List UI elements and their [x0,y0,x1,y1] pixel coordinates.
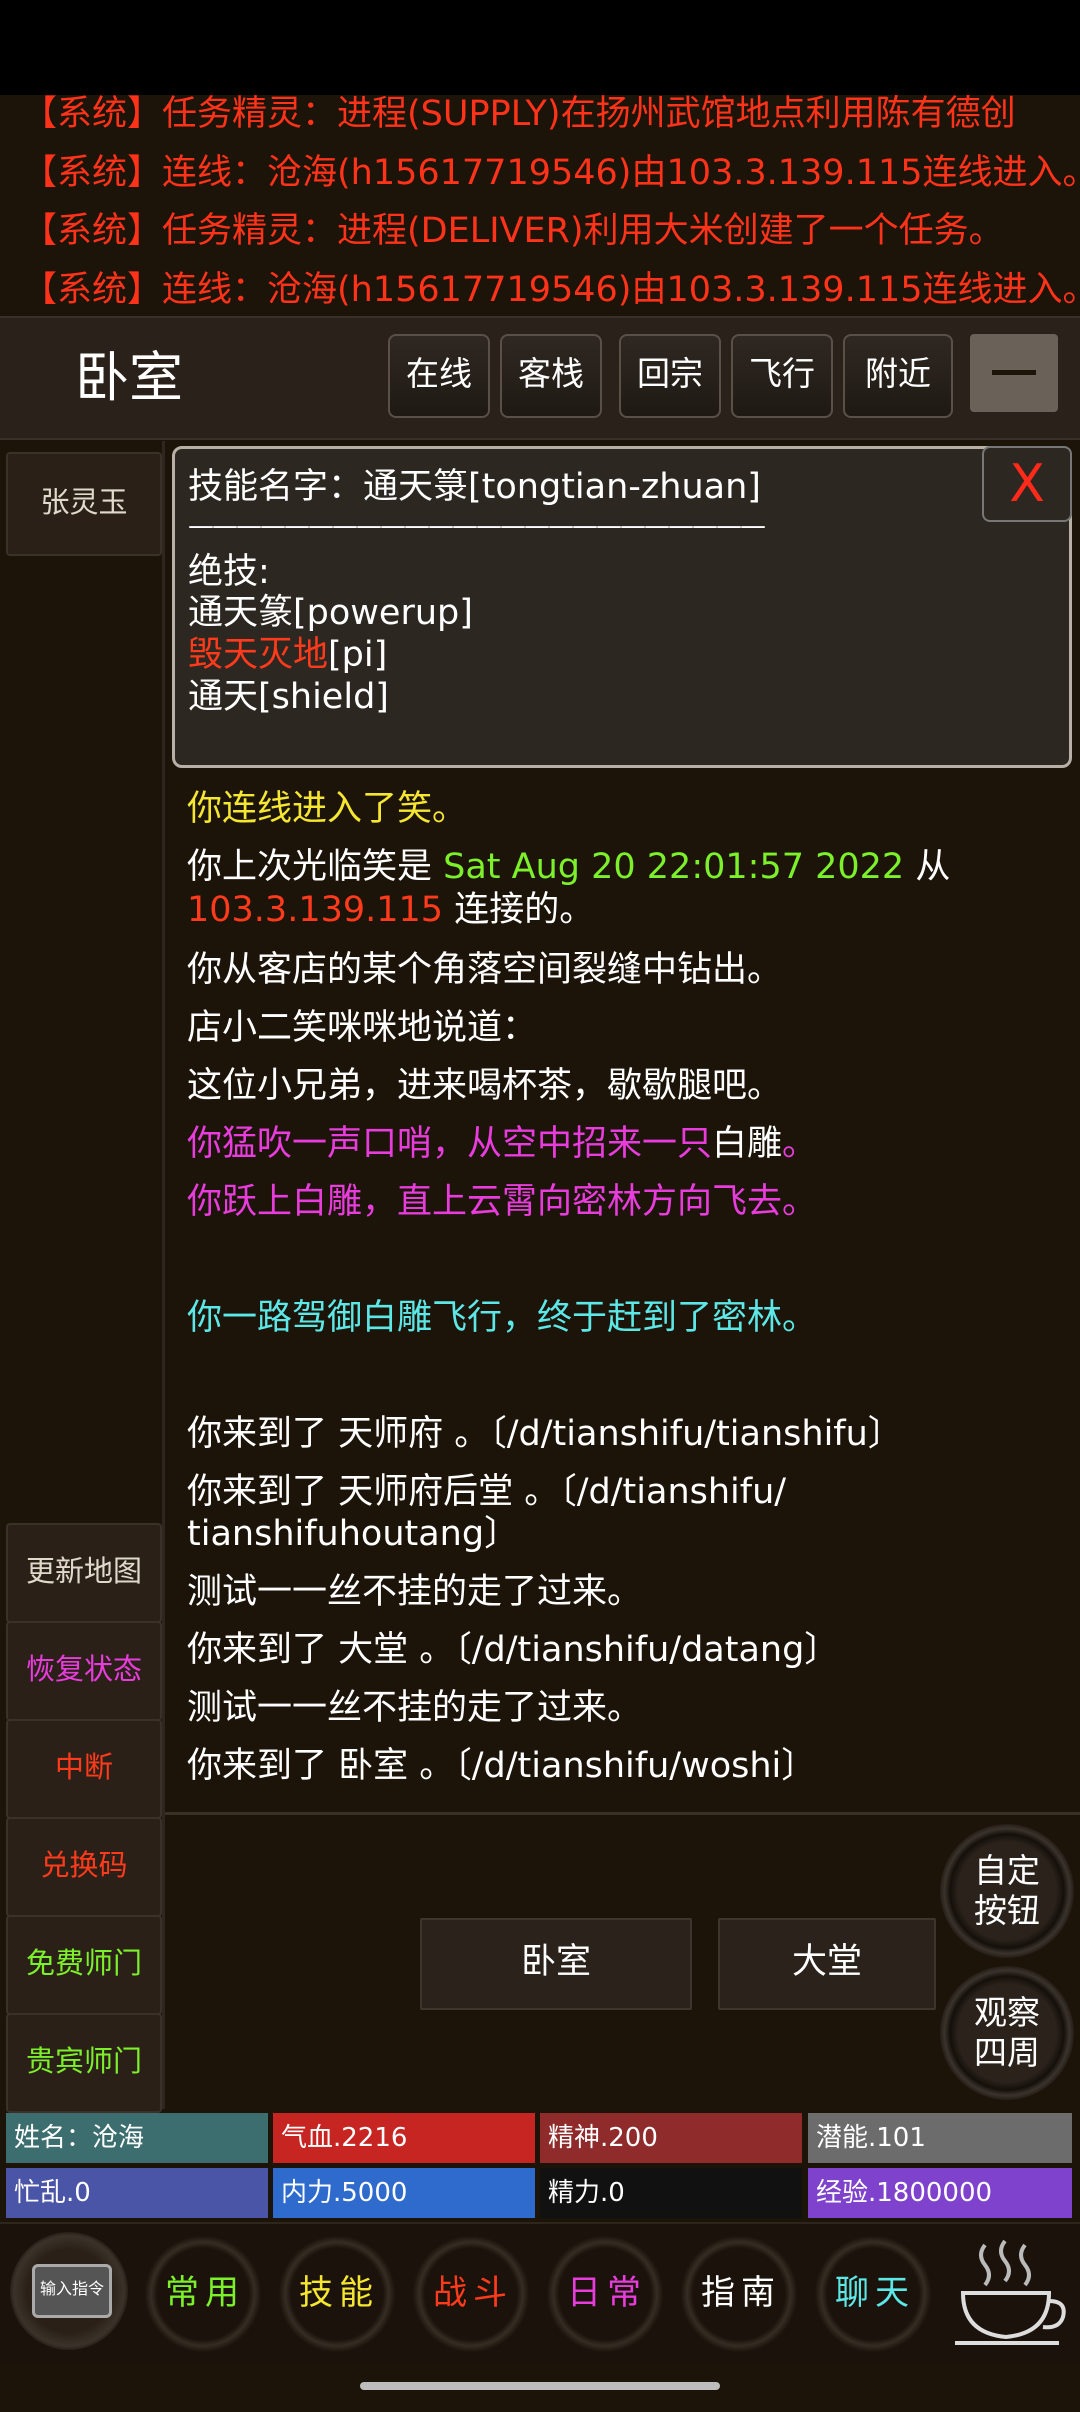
message-line: 你上次光临笑是 Sat Aug 20 22:01:57 2022 从 [187,847,951,887]
home-indicator [360,2382,720,2390]
redeem-code-button[interactable]: 兑换码 [6,1817,162,1917]
message-line: 你一路驾御白雕飞行，终于赶到了密林。 [187,1298,818,1338]
stat-potential: 潜能.101 [808,2113,1072,2163]
online-button[interactable]: 在线 [388,334,490,418]
tab-daily[interactable]: 日常 [542,2225,672,2361]
message-line: 店小二笑咪咪地说道： [187,1008,538,1048]
message-line: 你来到了 卧室 。〔/d/tianshifu/woshi〕 [187,1746,817,1786]
fly-button[interactable]: 飞行 [731,334,833,418]
system-message: 【系统】任务精灵：进程(SUPPLY)在扬州武馆地点利用陈有德创 [22,95,1016,134]
message-line: 103.3.139.115 连接的。 [187,890,595,930]
tab-combat[interactable]: 战斗 [408,2225,538,2361]
stat-health: 气血.2216 [273,2113,535,2163]
return-sect-button[interactable]: 回宗 [619,334,721,418]
message-line: 你连线进入了笑。 [187,789,468,829]
message-line: 测试一一丝不挂的走了过来。 [187,1688,643,1728]
stat-spirit: 精神.200 [540,2113,802,2163]
system-message: 【系统】任务精灵：进程(DELIVER)利用大米创建了一个任务。 [22,211,1004,251]
message-line: 你来到了 天师府后堂 。〔/d/tianshifu/ [187,1472,787,1512]
message-line: 这位小兄弟，进来喝杯茶，歇歇腿吧。 [187,1066,783,1106]
message-line: tianshifuhoutang〕 [187,1514,520,1554]
nearby-button[interactable]: 附近 [843,334,953,418]
special-skill-item[interactable]: 通天[shield] [188,676,389,718]
stat-internal-force: 内力.5000 [273,2168,535,2218]
special-skills-label: 绝技: [188,552,270,592]
tab-chat[interactable]: 聊天 [810,2225,940,2361]
skill-arg: [pi] [328,635,388,675]
tab-skills[interactable]: 技能 [274,2225,404,2361]
interrupt-button[interactable]: 中断 [6,1719,162,1819]
vip-master-quest-button[interactable]: 贵宾师门 [6,2013,162,2113]
status-bar [0,0,1080,95]
message-line: 你来到了 天师府 。〔/d/tianshifu/tianshifu〕 [187,1414,903,1454]
message-line: 你猛吹一声口哨，从空中招来一只白雕。 [187,1124,818,1164]
stat-experience: 经验.1800000 [808,2168,1072,2218]
tab-common[interactable]: 常用 [140,2225,270,2361]
skill-label: 通天篆 [188,593,294,633]
divider: ———————————————————————— [188,511,766,541]
update-map-button[interactable]: 更新地图 [6,1523,162,1623]
input-command-button[interactable]: 输入指令 [10,2232,128,2350]
character-button[interactable]: 张灵玉 [6,452,162,556]
system-message: 【系统】连线：沧海(h15617719546)由103.3.139.115连线进… [22,270,1080,310]
stat-busy: 忙乱.0 [6,2168,268,2218]
skill-label: 通天 [188,677,259,717]
look-around-button[interactable]: 观察 四周 [940,1966,1074,2100]
system-message: 【系统】连线：沧海(h15617719546)由103.3.139.115连线进… [22,153,1080,193]
inn-button[interactable]: 客栈 [500,334,602,418]
skill-arg: [powerup] [293,593,473,633]
teacup-icon[interactable] [945,2235,1073,2355]
system-message-area: 【系统】任务精灵：进程(SUPPLY)在扬州武馆地点利用陈有德创 【系统】连线：… [0,95,1080,315]
exit-button-bedroom[interactable]: 卧室 [420,1918,692,2010]
keyboard-icon: 输入指令 [32,2264,112,2318]
restore-status-button[interactable]: 恢复状态 [6,1621,162,1721]
special-skill-item[interactable]: 毁天灭地[pi] [188,634,387,676]
stat-energy: 精力.0 [540,2168,802,2218]
exit-button-hall[interactable]: 大堂 [718,1918,936,2010]
free-master-quest-button[interactable]: 免费师门 [6,1915,162,2015]
message-line: 你来到了 大堂 。〔/d/tianshifu/datang〕 [187,1630,840,1670]
room-title: 卧室 [75,346,183,409]
skill-name: 技能名字：通天箓[tongtian-zhuan] [188,467,761,507]
message-line: 你跃上白雕，直上云霄向密林方向飞去。 [187,1182,818,1222]
minimize-button[interactable] [970,334,1058,412]
close-popup-button[interactable]: X [982,446,1072,522]
message-line: 测试一一丝不挂的走了过来。 [187,1572,643,1612]
message-line: 你从客店的某个角落空间裂缝中钻出。 [187,950,783,990]
special-skill-item[interactable]: 通天篆[powerup] [188,592,473,634]
skill-label: 毁天灭地 [188,635,329,675]
tab-guide[interactable]: 指南 [676,2225,806,2361]
custom-button[interactable]: 自定 按钮 [940,1824,1074,1958]
skill-arg: [shield] [258,677,389,717]
stat-name: 姓名：沧海 [6,2113,268,2163]
minus-icon [992,370,1036,375]
